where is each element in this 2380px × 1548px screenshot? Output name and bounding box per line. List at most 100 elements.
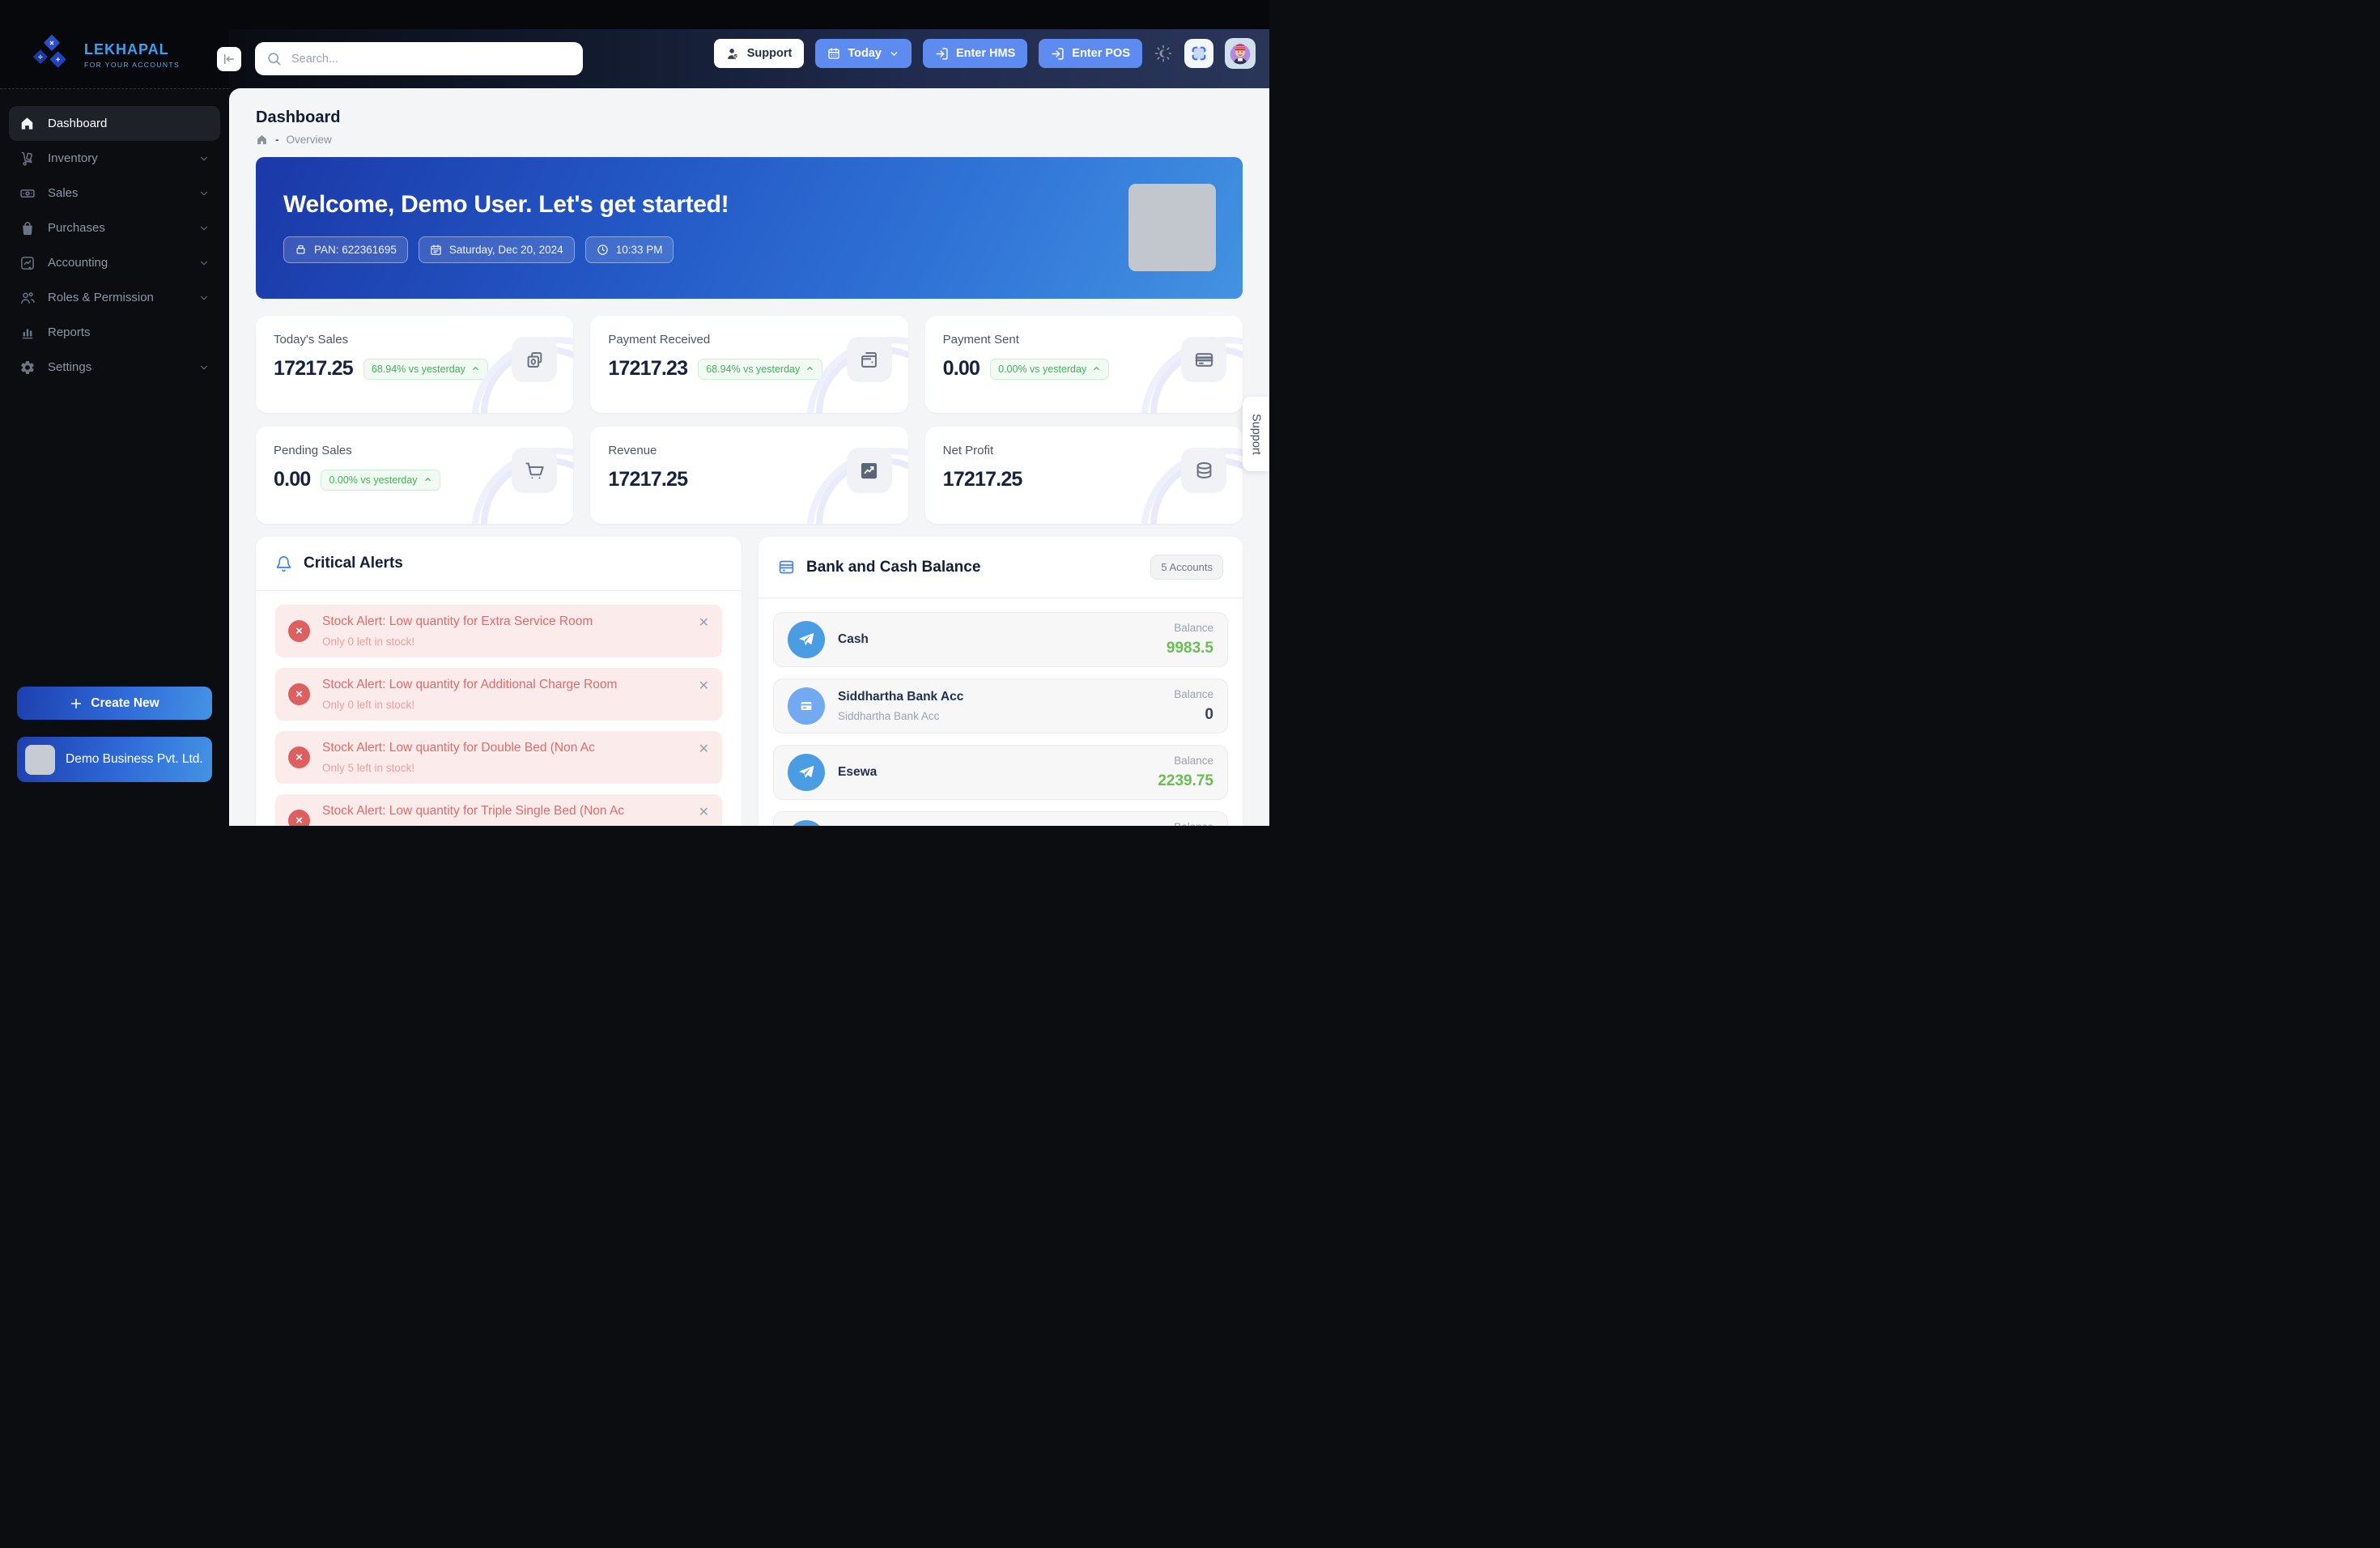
- stat-change-badge: 0.00% vs yesterday: [990, 359, 1109, 380]
- sidebar-item-sales[interactable]: Sales: [9, 176, 220, 211]
- stat-value: 17217.23: [608, 357, 687, 381]
- brand-tagline: FOR YOUR ACCOUNTS: [84, 61, 180, 69]
- lekhapal-logo-icon: × ÷ +: [31, 34, 73, 76]
- error-circle-icon: ×: [288, 810, 310, 826]
- account-name: Cash: [838, 632, 869, 647]
- close-icon[interactable]: ✕: [699, 804, 709, 820]
- chevron-down-icon: [198, 292, 210, 304]
- coins-icon: [1181, 448, 1226, 493]
- cart-icon: [512, 448, 557, 493]
- alerts-panel-title: Critical Alerts: [304, 555, 403, 572]
- create-new-button[interactable]: Create New: [17, 687, 212, 720]
- breadcrumb-item-overview[interactable]: Overview: [287, 134, 332, 146]
- sidebar-item-purchases[interactable]: Purchases: [9, 211, 220, 245]
- search-input[interactable]: [291, 53, 572, 66]
- search-bar[interactable]: [255, 42, 583, 75]
- home-icon: [256, 134, 268, 146]
- chevron-down-icon: [889, 49, 899, 59]
- support-button-label: Support: [747, 47, 793, 60]
- user-avatar[interactable]: [1225, 38, 1256, 69]
- fullscreen-button[interactable]: [1184, 39, 1213, 68]
- stat-change-badge: 68.94% vs yesterday: [698, 359, 822, 380]
- sidebar-item-reports[interactable]: Reports: [9, 315, 220, 350]
- stat-change-badge: 68.94% vs yesterday: [363, 359, 488, 380]
- chevron-down-icon: [198, 223, 210, 234]
- bank-panel-title: Bank and Cash Balance: [806, 559, 980, 576]
- balance-label: Balance: [1167, 622, 1213, 634]
- chevron-down-icon: [198, 188, 210, 199]
- account-name: Siddhartha Bank Acc: [838, 690, 963, 704]
- enter-pos-button[interactable]: Enter POS: [1039, 39, 1142, 68]
- sidebar-item-roles-permission[interactable]: Roles & Permission: [9, 280, 220, 315]
- sidebar-item-dashboard[interactable]: Dashboard: [9, 106, 220, 141]
- error-circle-icon: ×: [288, 620, 310, 642]
- svg-text:×: ×: [49, 40, 54, 49]
- chevron-down-icon: [198, 257, 210, 269]
- alert-title: Stock Alert: Low quantity for Double Bed…: [322, 741, 595, 755]
- banknote-icon: [19, 185, 36, 202]
- send-plane-icon: [788, 621, 825, 658]
- balance-value: 9983.5: [1167, 640, 1213, 657]
- bank-card-icon: [788, 687, 825, 725]
- stat-value: 17217.25: [274, 357, 353, 381]
- main-content: Dashboard - Overview Welcome, Demo User.…: [229, 88, 1269, 826]
- stat-change-badge: 0.00% vs yesterday: [321, 470, 440, 491]
- sidebar-bottom: Create New Demo Business Pvt. Ltd.: [0, 687, 229, 826]
- account-row-punodaya-sahakari[interactable]: Punodaya Sahakari Balance 0: [773, 811, 1228, 826]
- sidebar: Dashboard Inventory Sales Purchases Acco…: [0, 88, 229, 826]
- send-plane-icon: [788, 820, 825, 826]
- support-person-icon: [726, 47, 740, 61]
- stat-value: 0.00: [943, 357, 980, 381]
- balance-value: 2239.75: [1158, 772, 1213, 790]
- stat-card-pending-sales: Pending Sales 0.00 0.00% vs yesterday: [256, 427, 573, 524]
- sidebar-item-settings[interactable]: Settings: [9, 350, 220, 385]
- alert-subtitle: Only 7 left in stock!: [322, 825, 624, 826]
- bell-icon: [275, 555, 292, 572]
- enter-pos-label: Enter POS: [1072, 47, 1130, 60]
- pan-pill: PAN: 622361695: [283, 236, 408, 263]
- alert-title: Stock Alert: Low quantity for Additional…: [322, 678, 617, 692]
- error-circle-icon: ×: [288, 746, 310, 768]
- today-button[interactable]: Today: [815, 39, 912, 68]
- bank-balance-panel: Bank and Cash Balance 5 Accounts Cash Ba…: [759, 537, 1243, 826]
- business-name: Demo Business Pvt. Ltd.: [66, 752, 203, 767]
- sidebar-collapse-button[interactable]: [217, 47, 241, 71]
- users-icon: [19, 290, 36, 306]
- business-switcher[interactable]: Demo Business Pvt. Ltd.: [17, 737, 212, 782]
- gear-icon: [19, 359, 36, 376]
- close-icon[interactable]: ✕: [699, 678, 709, 694]
- bar-chart-icon: [19, 325, 36, 341]
- topbar-actions: Support Today Enter HMS: [714, 38, 1256, 69]
- stat-value: 17217.25: [608, 468, 687, 491]
- date-value: Saturday, Dec 20, 2024: [449, 244, 563, 256]
- alert-subtitle: Only 0 left in stock!: [322, 636, 593, 648]
- account-row-siddhartha-bank-acc[interactable]: Siddhartha Bank Acc Siddhartha Bank Acc …: [773, 678, 1228, 734]
- sidebar-item-inventory[interactable]: Inventory: [9, 141, 220, 176]
- support-button[interactable]: Support: [714, 39, 805, 68]
- brand: × ÷ + LEKHAPAL FOR YOUR ACCOUNTS: [31, 34, 180, 76]
- business-logo-placeholder: [25, 745, 55, 775]
- wallet-icon: [847, 337, 892, 382]
- inventory-icon: [19, 151, 36, 167]
- account-row-esewa[interactable]: Esewa Balance 2239.75: [773, 745, 1228, 800]
- account-row-cash[interactable]: Cash Balance 9983.5: [773, 612, 1228, 667]
- stat-card-today-s-sales: Today's Sales 17217.25 68.94% vs yesterd…: [256, 316, 573, 413]
- pan-value: PAN: 622361695: [314, 244, 397, 256]
- theme-toggle-sun-icon[interactable]: [1154, 44, 1173, 63]
- calendar-icon: [430, 244, 442, 256]
- close-icon[interactable]: ✕: [699, 741, 709, 757]
- sidebar-item-accounting[interactable]: Accounting: [9, 245, 220, 280]
- support-side-tab[interactable]: Support: [1243, 397, 1269, 471]
- breadcrumb: - Overview: [256, 134, 1243, 146]
- send-plane-icon: [788, 754, 825, 791]
- stat-card-payment-received: Payment Received 17217.23 68.94% vs yest…: [590, 316, 907, 413]
- close-icon[interactable]: ✕: [699, 615, 709, 631]
- enter-hms-button[interactable]: Enter HMS: [923, 39, 1027, 68]
- arrow-left-to-line-icon: [223, 53, 236, 66]
- breadcrumb-separator: -: [275, 134, 279, 146]
- trend-icon: [847, 448, 892, 493]
- stock-alert-item: × Stock Alert: Low quantity for Addition…: [275, 668, 722, 721]
- stat-card-payment-sent: Payment Sent 0.00 0.00% vs yesterday: [925, 316, 1243, 413]
- balance-value: 0: [1174, 706, 1213, 724]
- alert-title: Stock Alert: Low quantity for Extra Serv…: [322, 615, 593, 629]
